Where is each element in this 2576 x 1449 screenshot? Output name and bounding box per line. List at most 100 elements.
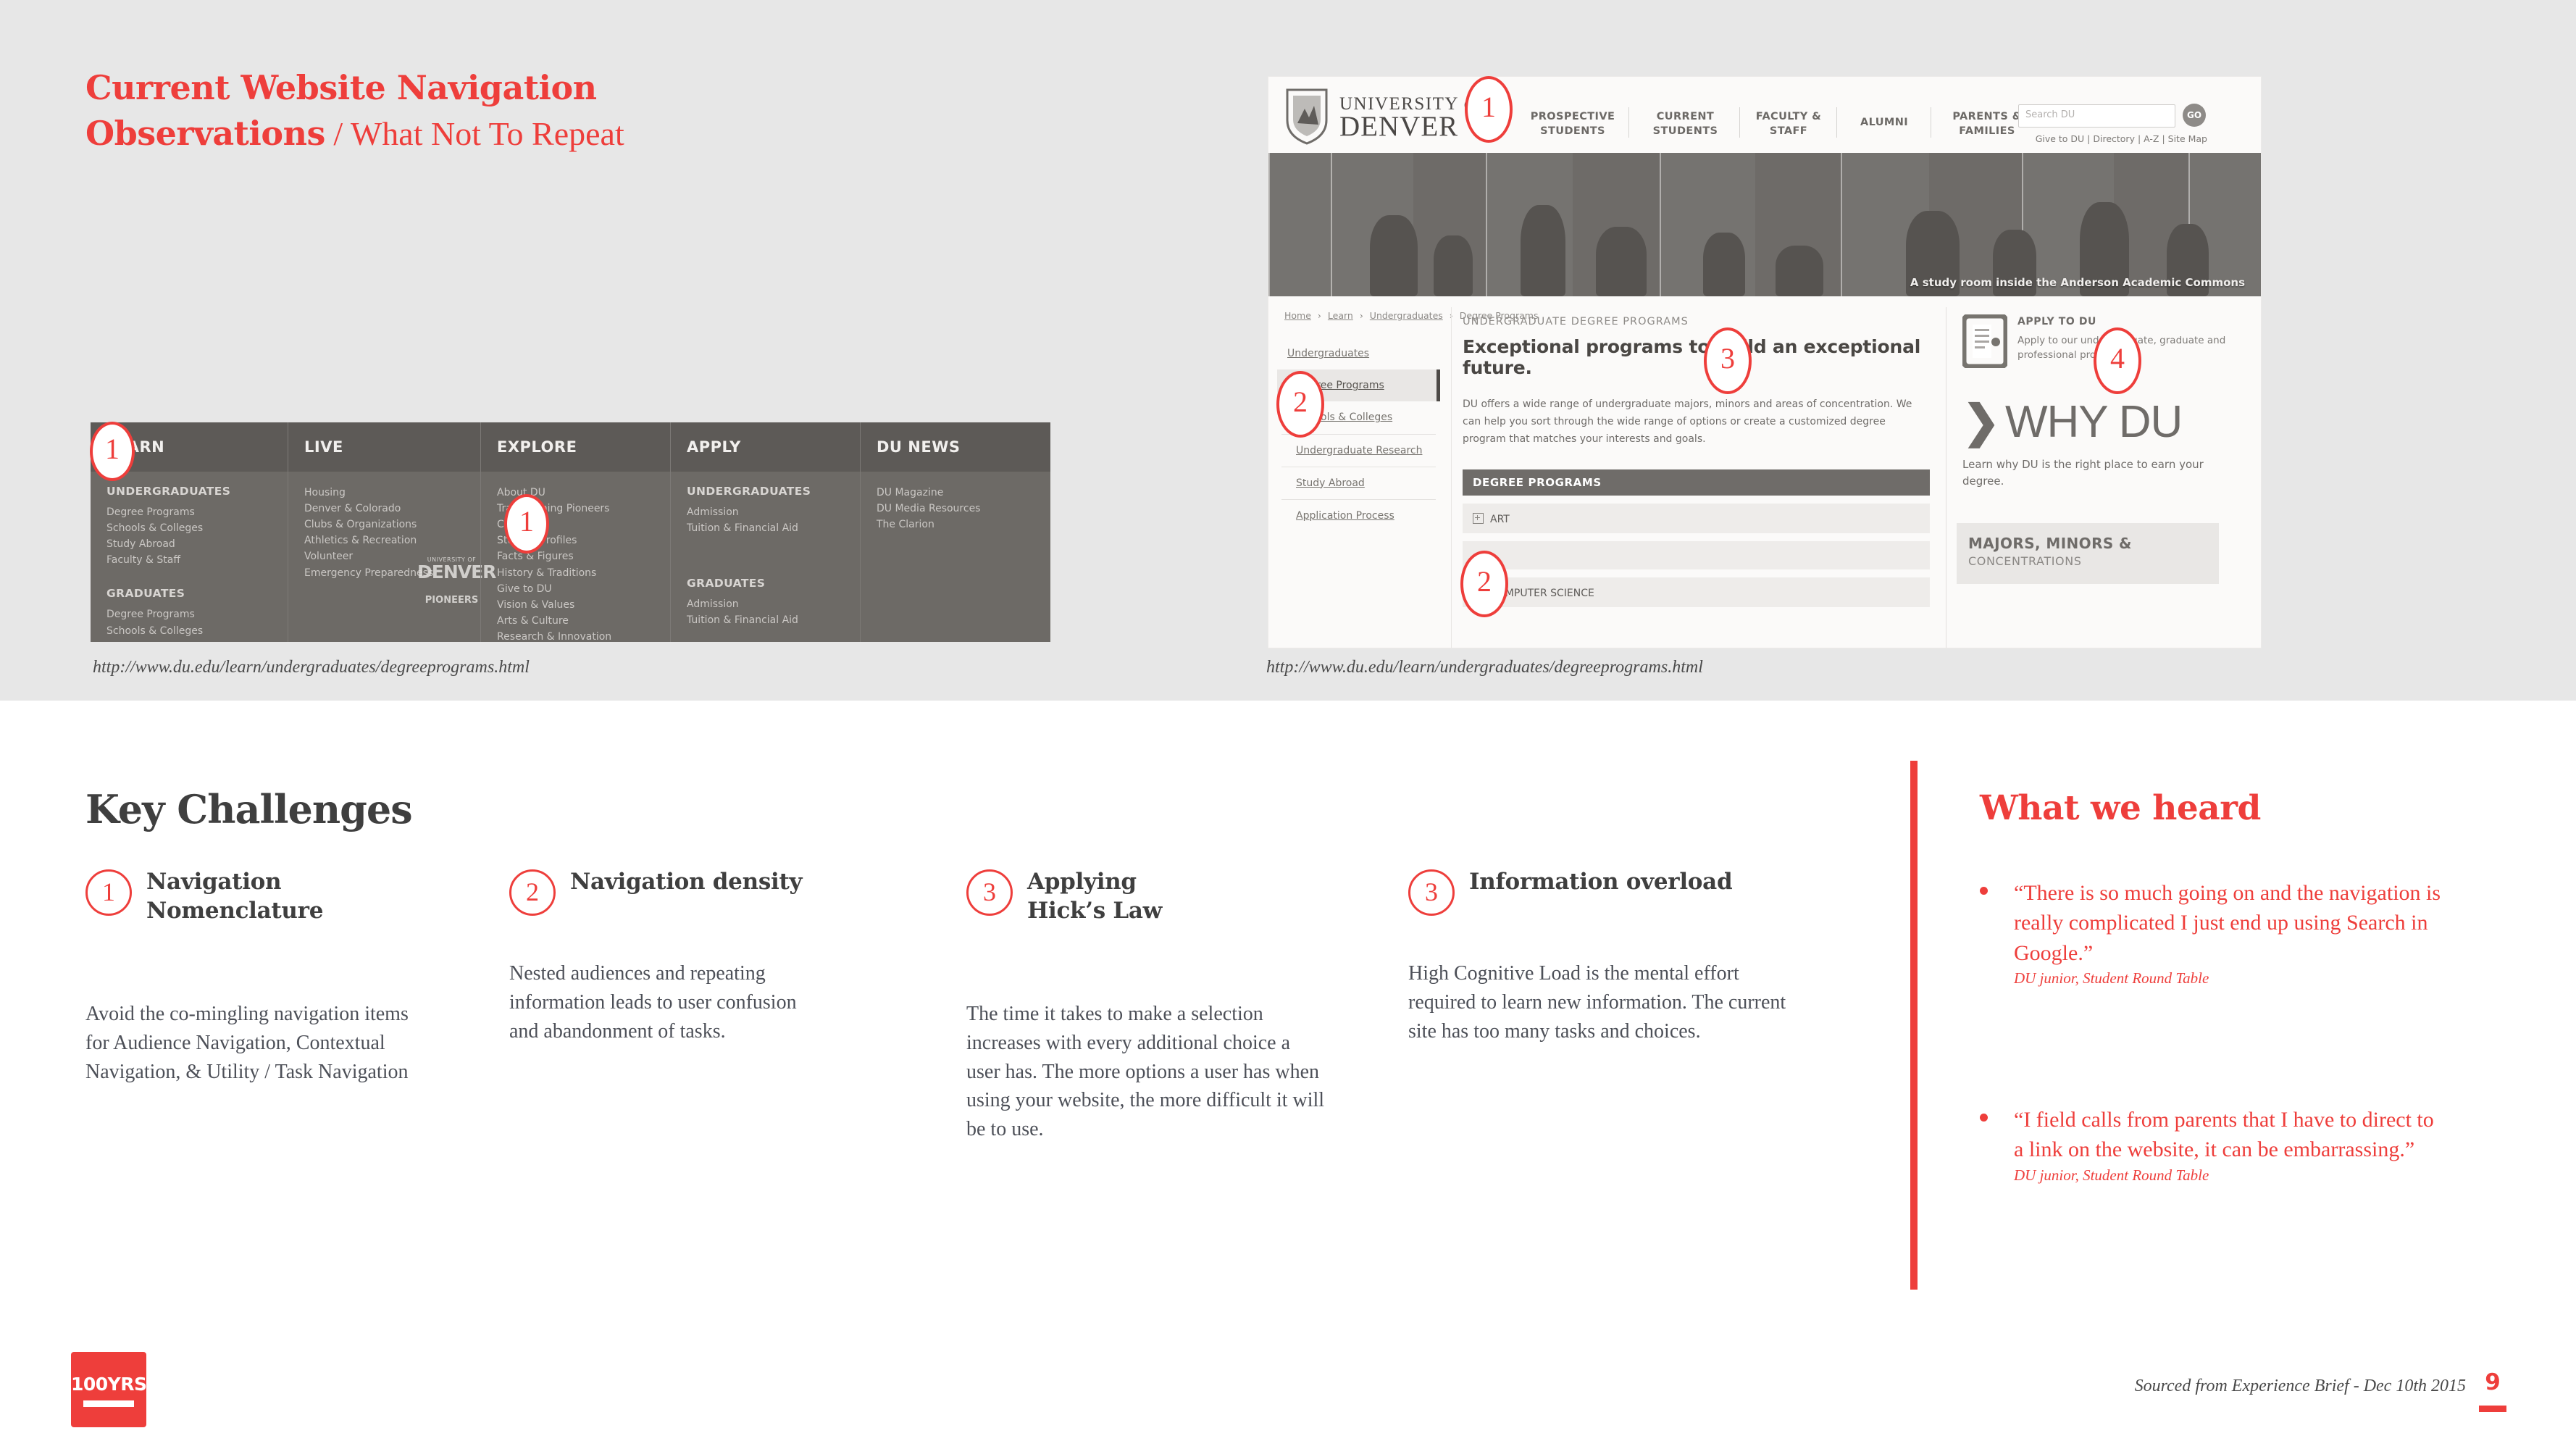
mega-menu-link[interactable]: The Clarion [877, 517, 1045, 533]
slide-title-line2: Observations [85, 114, 325, 154]
quote-attribution: DU junior, Student Round Table [2014, 969, 2209, 987]
mega-menu-column-title[interactable]: EXPLORE [497, 438, 577, 456]
mega-menu-link[interactable]: Schools & Colleges [106, 623, 282, 639]
mega-menu-column-title[interactable]: APPLY [687, 438, 741, 456]
degree-program-row-art[interactable]: ART [1463, 504, 1930, 534]
logo-100yrs[interactable]: 100YRS [71, 1352, 147, 1427]
mega-menu-link[interactable]: Degree Programs [106, 606, 282, 622]
rail-why-du-label: WHY DU [2004, 397, 2183, 447]
breadcrumb-separator-icon: › [1359, 310, 1363, 321]
du-hero-image: A study room inside the Anderson Academi… [1268, 153, 2261, 296]
breadcrumb-item-home[interactable]: Home [1284, 310, 1311, 321]
bullet-icon [1980, 887, 1988, 895]
du-nav-prospective-students[interactable]: PROSPECTIVE STUDENTS [1526, 110, 1620, 138]
breadcrumb-item-undergraduates[interactable]: Undergraduates [1370, 310, 1443, 321]
challenge-body: Avoid the co-mingling navigation items f… [85, 1003, 409, 1083]
mega-menu-column-title[interactable]: LIVE [304, 438, 343, 456]
slide-title-line1: Current Website Navigation [85, 68, 597, 107]
mega-menu-link[interactable]: DU Media Resources [877, 501, 1045, 517]
sidebar-item-application-process[interactable]: Application Process [1277, 500, 1440, 532]
sidebar-item-undergraduate-research[interactable]: Undergraduate Research [1277, 435, 1440, 467]
callout-marker-left-b: 1 [504, 494, 549, 554]
mega-menu-link[interactable]: Denver & Colorado [304, 501, 474, 517]
du-main-content: UNDERGRADUATE DEGREE PROGRAMS Exceptiona… [1463, 316, 1930, 608]
callout-marker-right-header: 1 [1465, 76, 1513, 143]
degree-programs-list-header: DEGREE PROGRAMS [1463, 469, 1930, 496]
what-we-heard-accent-rule [1910, 761, 1918, 1290]
mega-menu-column-title[interactable]: DU NEWS [877, 438, 961, 456]
right-screenshot-url-caption: http://www.du.edu/learn/undergraduates/d… [1266, 658, 1703, 677]
mega-menu-link[interactable]: Faculty & Staff [106, 552, 282, 568]
bullet-icon [1980, 1114, 1988, 1122]
rail-why-du[interactable]: ❯ WHY DU [1962, 397, 2183, 447]
chevron-right-icon: ❯ [1962, 397, 2000, 447]
challenge-body: Nested audiences and repeating informati… [509, 962, 797, 1043]
slide-title-subtitle: / What Not To Repeat [325, 115, 624, 153]
mega-menu-link[interactable]: Research & Innovation [497, 629, 664, 642]
mega-menu-column-live: LIVE Housing Denver & Colorado Clubs & O… [288, 422, 496, 642]
du-pioneers-logo-line3: PIONEERS [425, 594, 479, 606]
du-nav-separator [1836, 107, 1837, 138]
challenge-number-badge: 1 [85, 869, 132, 916]
challenge-title: Navigation Nomenclature [146, 869, 324, 924]
breadcrumb-item-learn[interactable]: Learn [1328, 310, 1353, 321]
callout-marker-right-main: 3 [1704, 327, 1752, 394]
main-paragraph: DU offers a wide range of undergraduate … [1463, 398, 1912, 446]
rail-majors-line2: CONCENTRATIONS [1968, 554, 2082, 568]
breadcrumb-separator-icon: › [1317, 310, 1321, 321]
expand-plus-icon[interactable] [1473, 513, 1484, 525]
du-nav-current-students[interactable]: CURRENT STUDENTS [1640, 110, 1731, 138]
rail-majors-card[interactable]: MAJORS, MINORS & CONCENTRATIONS [1957, 523, 2219, 584]
mega-menu-link[interactable]: Tuition & Financial Aid [687, 520, 854, 536]
mega-menu-link[interactable]: Admission [687, 596, 854, 612]
rail-majors-line1: MAJORS, MINORS & [1968, 535, 2132, 552]
mega-menu-link[interactable]: DU Magazine [877, 485, 1045, 501]
du-nav-faculty-staff[interactable]: FACULTY & STAFF [1749, 110, 1828, 138]
du-wordmark[interactable]: UNIVERSITY of DENVER [1339, 95, 1481, 141]
mega-menu-link[interactable]: Clubs & Organizations [304, 517, 474, 533]
mega-menu-link[interactable]: History & Traditions [497, 565, 664, 581]
challenge-title: Applying Hick’s Law [1027, 869, 1163, 924]
degree-program-row-computer-science[interactable]: COMPUTER SCIENCE [1463, 577, 1930, 608]
du-search-input[interactable]: Search DU [2018, 104, 2175, 128]
quote-text: “There is so much going on and the navig… [2014, 881, 2441, 965]
du-search-go-button[interactable]: GO [2183, 104, 2206, 127]
slide-title: Current Website Navigation Observations … [85, 65, 1027, 157]
sidebar-item-undergraduates[interactable]: Undergraduates [1277, 338, 1440, 369]
du-nav-separator [1628, 107, 1629, 138]
quote-block-2: “I field calls from parents that I have … [1980, 1105, 2443, 1185]
mega-menu-link[interactable]: Give to DU [497, 581, 664, 597]
du-utility-links[interactable]: Give to DU | Directory | A-Z | Site Map [2036, 133, 2207, 144]
du-nav-separator [1739, 107, 1740, 138]
mega-menu-link[interactable]: Degree Programs [106, 504, 282, 520]
challenge-number-badge: 3 [966, 869, 1013, 916]
challenge-body: The time it takes to make a selection in… [966, 1003, 1325, 1140]
key-challenges-title: Key Challenges [85, 786, 413, 832]
main-column-divider [1451, 307, 1452, 648]
logo-100yrs-label: 100YRS [71, 1374, 147, 1395]
mega-menu-link[interactable]: Tuition & Financial Aid [687, 612, 854, 628]
mega-menu-group-heading: UNDERGRADUATES [106, 485, 231, 498]
mega-menu-link[interactable]: Admission [687, 504, 854, 520]
mega-menu-link[interactable]: Schools & Colleges [106, 520, 282, 536]
mega-menu-column-apply: APPLY UNDERGRADUATES Admission Tuition &… [670, 422, 860, 642]
du-pioneers-logo-line2: DENVER [417, 561, 496, 583]
mega-menu-link[interactable]: Graduate Research [106, 639, 282, 642]
mega-menu-link[interactable]: Vision & Values [497, 597, 664, 613]
mega-menu-link[interactable]: Study Abroad [106, 536, 282, 552]
mega-menu-group-heading: GRADUATES [106, 587, 185, 601]
degree-program-row-blank[interactable] [1463, 541, 1930, 570]
du-nav-alumni[interactable]: ALUMNI [1847, 116, 1922, 130]
page-number: 9 [2485, 1369, 2501, 1395]
mega-menu-link[interactable]: Arts & Culture [497, 613, 664, 629]
main-eyebrow-label: UNDERGRADUATE DEGREE PROGRAMS [1463, 316, 1689, 327]
mega-menu-link[interactable]: Athletics & Recreation [304, 533, 474, 548]
callout-marker-right-rail: 4 [2094, 327, 2141, 394]
mega-menu-link[interactable]: Housing [304, 485, 474, 501]
quote-text: “I field calls from parents that I have … [2014, 1108, 2434, 1162]
sidebar-item-study-abroad[interactable]: Study Abroad [1277, 467, 1440, 499]
what-we-heard-title: What we heard [1980, 788, 2261, 828]
challenge-number-badge: 3 [1408, 869, 1455, 916]
callout-marker-left-a: 1 [90, 422, 135, 481]
rail-apply-title[interactable]: APPLY TO DU [2017, 316, 2096, 327]
